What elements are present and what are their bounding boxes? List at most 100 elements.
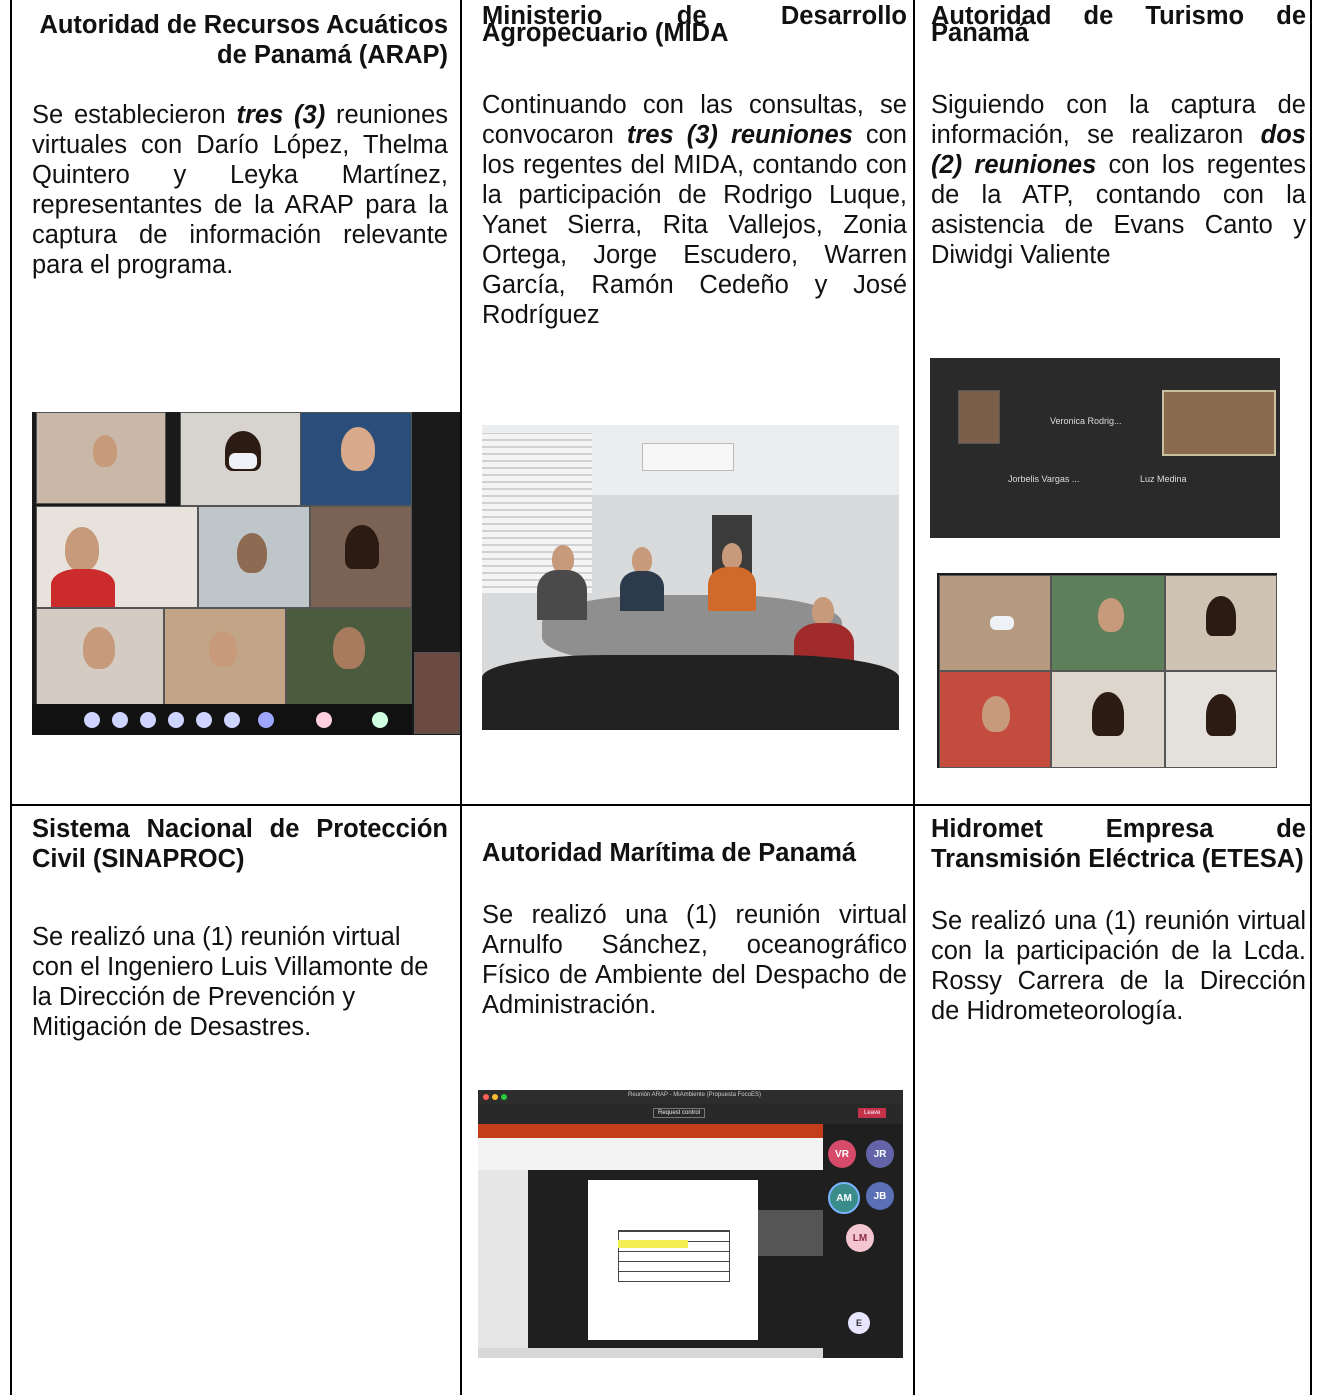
ppt-slide: [588, 1180, 758, 1340]
document-table: Autoridad de Recursos Acuáticos de Panam…: [0, 0, 1320, 1395]
slide-table: [618, 1230, 730, 1282]
participant-shirt: [51, 569, 115, 607]
cell-amp-title: Autoridad Marítima de Panamá: [482, 839, 857, 867]
call-tile: [36, 506, 198, 608]
avatar-am: AM: [828, 1182, 860, 1214]
call-tile: [939, 575, 1051, 671]
call-tile: [939, 671, 1051, 768]
amp-teams-screen-share: Reunión ARAP - MiAmbiente (Propuesta Foc…: [478, 1090, 903, 1358]
cell-sinaproc-title: Sistema Nacional de Protección Civil (SI…: [32, 815, 448, 873]
window-titlebar: Reunión ARAP - MiAmbiente (Propuesta Foc…: [478, 1090, 903, 1104]
wall-ac: [642, 443, 734, 471]
participant-head: [632, 547, 652, 573]
participant-face: [237, 533, 267, 573]
cell-etesa-text: Se realizó una (1) reunión virtual con l…: [931, 907, 1306, 1025]
ppt-ribbon: [478, 1124, 823, 1138]
text-part: Se establecieron: [32, 101, 237, 129]
call-tile: [1051, 575, 1165, 671]
cell-atp-text: Siguiendo con la captura de información,…: [931, 90, 1306, 270]
call-tile: [36, 608, 164, 706]
ppt-statusbar: [478, 1348, 823, 1358]
text-part: con los regentes del MIDA, contando con …: [482, 121, 907, 329]
request-control-button[interactable]: Request control: [653, 1108, 706, 1118]
participant-mask: [229, 453, 257, 469]
cell-amp-text: Se realizó una (1) reunión virtual Arnul…: [482, 901, 907, 1019]
call-tile: [958, 390, 1000, 444]
slide-highlight: [618, 1240, 688, 1248]
participant-body: [537, 570, 587, 620]
call-tile-self: [414, 652, 460, 734]
participant-face: [65, 527, 99, 571]
control-icon[interactable]: [316, 712, 332, 728]
participant-body: [620, 571, 664, 611]
participant-head: [812, 597, 834, 625]
cell-sinaproc-text: Se realizó una (1) reunión virtual con e…: [32, 923, 429, 1041]
control-icon[interactable]: [224, 712, 240, 728]
window-title: Reunión ARAP - MiAmbiente (Propuesta Foc…: [628, 1092, 761, 1098]
control-icon[interactable]: [112, 712, 128, 728]
participant-head: [552, 545, 574, 573]
window-max-dot[interactable]: [501, 1094, 507, 1100]
call-tile: [286, 608, 412, 706]
teams-toolbar: Request control Leave: [478, 1104, 903, 1124]
call-tile: [164, 608, 286, 706]
call-tile: [300, 412, 412, 506]
avatar-vr: VR: [828, 1140, 856, 1168]
call-tile: [1162, 390, 1276, 456]
control-icon[interactable]: [140, 712, 156, 728]
control-icon[interactable]: [196, 712, 212, 728]
participant-hair: [345, 525, 379, 569]
cell-sinaproc: Sistema Nacional de Protección Civil (SI…: [12, 806, 460, 1395]
foreground-chairs: [482, 655, 899, 730]
participant-face: [93, 435, 117, 467]
cell-etesa: Hidromet Empresa de Transmisión Eléctric…: [915, 806, 1310, 1395]
avatar-lm: LM: [846, 1224, 874, 1252]
avatar-e: E: [848, 1312, 870, 1334]
atp-call-screenshot-1: Veronica Rodrig... Jorbelis Vargas ... L…: [930, 358, 1280, 538]
call-name-label: Veronica Rodrig...: [1050, 416, 1122, 426]
ppt-dark-area: [758, 1210, 823, 1256]
atp-call-screenshot-2: [937, 573, 1277, 768]
participant-face: [209, 631, 237, 667]
control-icon[interactable]: [258, 712, 274, 728]
participant-head: [722, 543, 742, 569]
call-toolbar: [32, 704, 412, 735]
text-emphasis: tres (3): [236, 101, 326, 129]
participant-face: [982, 696, 1010, 732]
control-icon[interactable]: [84, 712, 100, 728]
call-tile: [1051, 671, 1165, 768]
window-close-dot[interactable]: [483, 1094, 489, 1100]
text-emphasis: tres (3) reuniones: [626, 121, 853, 149]
participant-face: [1098, 598, 1124, 632]
call-name-label: Jorbelis Vargas ...: [1008, 474, 1080, 484]
window-min-dot[interactable]: [492, 1094, 498, 1100]
arap-video-call-photo: [32, 412, 460, 735]
avatar-jr: JR: [866, 1140, 894, 1168]
call-tile: [180, 412, 302, 506]
control-icon[interactable]: [168, 712, 184, 728]
cell-etesa-title: Hidromet Empresa de Transmisión Eléctric…: [931, 815, 1306, 873]
participant-body: [708, 567, 756, 611]
participant-mask: [990, 616, 1014, 630]
participant-face: [341, 427, 375, 471]
table-border-right: [1310, 0, 1312, 1395]
call-tile: [1165, 575, 1277, 671]
call-name-label: Luz Medina: [1140, 474, 1187, 484]
call-tile: [36, 412, 166, 504]
ppt-tools: [478, 1138, 823, 1170]
call-tile: [1165, 671, 1277, 768]
participant-hair: [1092, 692, 1124, 736]
control-icon[interactable]: [372, 712, 388, 728]
participant-face: [333, 627, 365, 669]
call-tile: [198, 506, 310, 608]
text-part: Siguiendo con la captura de información,…: [931, 91, 1306, 149]
participant-hair: [1206, 694, 1236, 736]
mida-meeting-room-photo: [482, 425, 899, 730]
cell-arap-text: Se establecieron tres (3) reuniones virt…: [32, 100, 448, 280]
participant-face: [83, 627, 115, 669]
cell-mida-text: Continuando con las consultas, se convoc…: [482, 90, 907, 330]
cell-arap-title: Autoridad de Recursos Acuáticos de Panam…: [39, 11, 448, 69]
avatar-jb: JB: [866, 1182, 894, 1210]
leave-button[interactable]: Leave: [858, 1108, 887, 1118]
participant-hair: [1206, 596, 1236, 636]
